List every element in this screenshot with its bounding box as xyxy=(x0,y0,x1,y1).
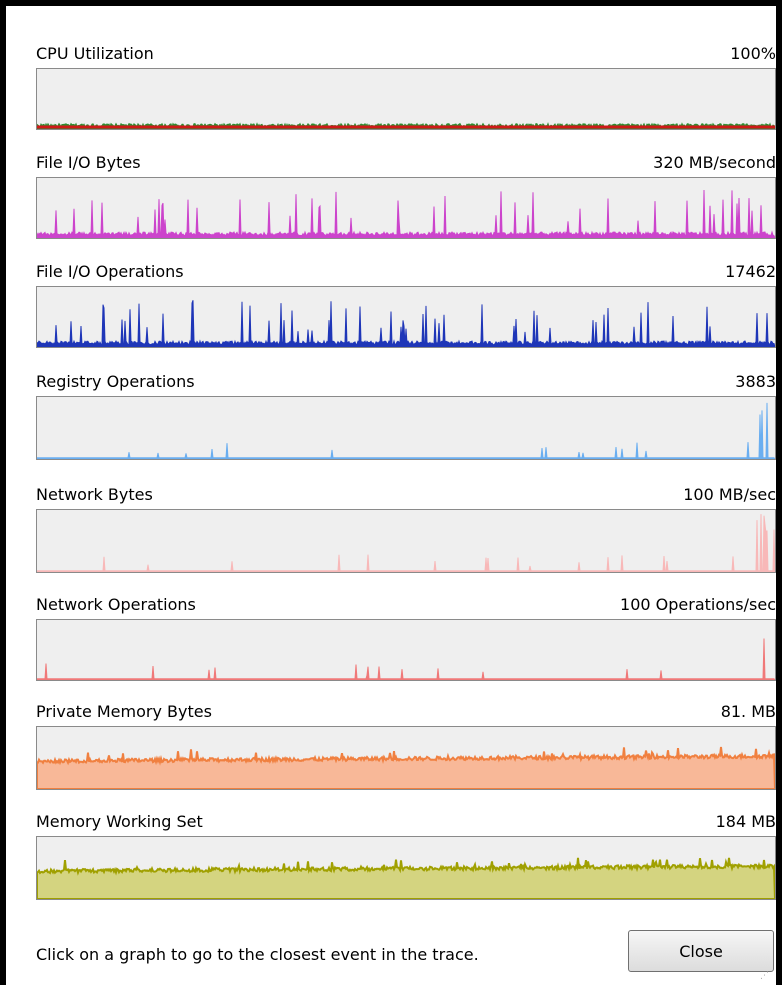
graph-title: Memory Working Set xyxy=(36,812,203,831)
graph-trace xyxy=(37,638,775,680)
graph-header: Network Operations 100 Operations/sec xyxy=(28,595,776,619)
graph-series xyxy=(37,402,775,459)
graph-header: Memory Working Set 184 MB xyxy=(28,812,776,836)
network-bytes-graph[interactable] xyxy=(36,509,776,573)
graph-series xyxy=(37,189,775,238)
graph-max-label: 17462 xyxy=(725,262,776,281)
graph-network-operations: Network Operations 100 Operations/sec xyxy=(28,595,776,681)
graph-max-label: 320 MB/second xyxy=(653,153,776,172)
cpu-utilization-graph[interactable] xyxy=(36,68,776,130)
graph-series xyxy=(37,638,775,680)
graph-title: Registry Operations xyxy=(36,372,195,391)
graph-memory-working-set: Memory Working Set 184 MB xyxy=(28,812,776,900)
graph-max-label: 100% xyxy=(730,44,776,63)
graph-title: Network Bytes xyxy=(36,485,153,504)
graph-trace xyxy=(37,402,775,459)
graph-max-label: 100 MB/sec xyxy=(683,485,776,504)
graph-trace xyxy=(37,189,775,238)
file-io-bytes-graph[interactable] xyxy=(36,177,776,239)
graph-max-label: 3883 xyxy=(735,372,776,391)
graph-file-io-operations: File I/O Operations 17462 xyxy=(28,262,776,348)
graph-trace xyxy=(37,122,775,129)
graph-header: Network Bytes 100 MB/sec xyxy=(28,485,776,509)
graph-title: Private Memory Bytes xyxy=(36,702,212,721)
graph-cpu-utilization: CPU Utilization 100% xyxy=(28,44,776,130)
graph-header: File I/O Operations 17462 xyxy=(28,262,776,286)
graph-header: CPU Utilization 100% xyxy=(28,44,776,68)
graph-series xyxy=(37,514,775,572)
graph-series xyxy=(37,746,775,789)
graph-max-label: 100 Operations/sec xyxy=(620,595,776,614)
file-io-operations-graph[interactable] xyxy=(36,286,776,348)
process-activity-summary-window: CPU Utilization 100% File I/O Bytes 320 … xyxy=(0,0,782,985)
resize-grip-icon[interactable]: ⋰ xyxy=(760,971,769,981)
graph-series xyxy=(37,300,775,347)
graph-private-memory-bytes: Private Memory Bytes 81. MB xyxy=(28,702,776,790)
graph-trace xyxy=(37,300,775,347)
graph-trace xyxy=(37,514,775,572)
footer-hint-text: Click on a graph to go to the closest ev… xyxy=(36,945,479,964)
close-button[interactable]: Close xyxy=(628,930,774,972)
graph-title: File I/O Bytes xyxy=(36,153,141,172)
graph-title: Network Operations xyxy=(36,595,196,614)
registry-operations-graph[interactable] xyxy=(36,396,776,460)
graph-trace xyxy=(37,857,775,899)
graph-network-bytes: Network Bytes 100 MB/sec xyxy=(28,485,776,573)
graph-max-label: 81. MB xyxy=(720,702,776,721)
graph-header: File I/O Bytes 320 MB/second xyxy=(28,153,776,177)
graph-title: File I/O Operations xyxy=(36,262,184,281)
network-operations-graph[interactable] xyxy=(36,619,776,681)
memory-working-set-graph[interactable] xyxy=(36,836,776,900)
graph-max-label: 184 MB xyxy=(715,812,776,831)
graph-header: Private Memory Bytes 81. MB xyxy=(28,702,776,726)
graph-series xyxy=(37,857,775,899)
graph-title: CPU Utilization xyxy=(36,44,154,63)
graph-file-io-bytes: File I/O Bytes 320 MB/second xyxy=(28,153,776,239)
graph-registry-operations: Registry Operations 3883 xyxy=(28,372,776,460)
private-memory-bytes-graph[interactable] xyxy=(36,726,776,790)
graph-header: Registry Operations 3883 xyxy=(28,372,776,396)
graph-trace xyxy=(37,746,775,789)
